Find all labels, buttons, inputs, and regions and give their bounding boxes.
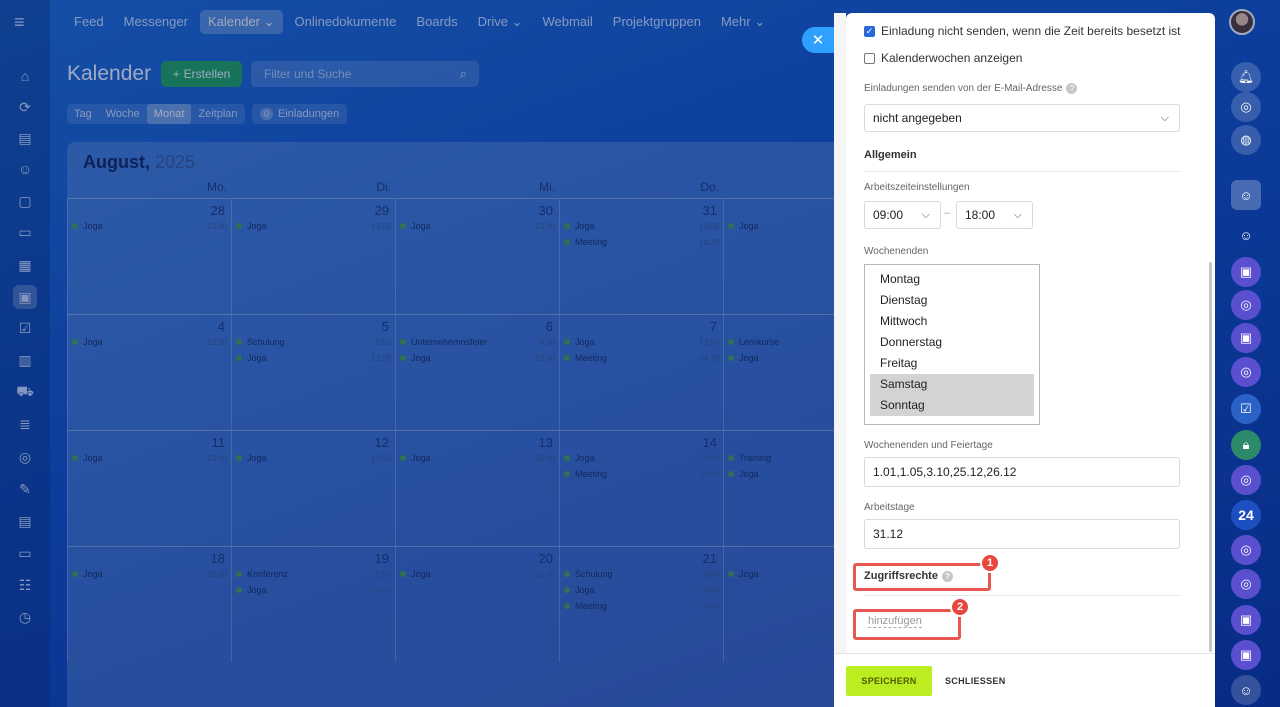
- document-icon-3[interactable]: ▣: [1231, 605, 1261, 635]
- invite-email-value: nicht angegeben: [873, 111, 962, 125]
- work-to-value: 18:00: [965, 208, 996, 222]
- weekday-option[interactable]: Montag: [870, 269, 1034, 290]
- work-from-value: 09:00: [873, 208, 904, 222]
- work-to-select[interactable]: 18:00 ⌵: [956, 201, 1033, 229]
- work-from-select[interactable]: 09:00 ⌵: [864, 201, 941, 229]
- divider: [864, 171, 1180, 172]
- holidays-label: Wochenenden und Feiertage: [864, 440, 993, 451]
- section-general: Allgemein: [864, 149, 917, 161]
- invite-email-select[interactable]: nicht angegeben ⌵: [864, 104, 1180, 132]
- checkbox-checked-icon[interactable]: ✓: [864, 25, 875, 37]
- settings-panel: ✓ Einladung nicht senden, wenn die Zeit b…: [846, 13, 1215, 653]
- check-icon[interactable]: ☑: [1231, 394, 1261, 424]
- copilot-icon-4[interactable]: ◎: [1231, 465, 1261, 495]
- add-access-link[interactable]: hinzufügen: [868, 615, 922, 628]
- user-avatar-rail-3[interactable]: ☺: [1231, 675, 1261, 705]
- scrollbar[interactable]: [1209, 262, 1212, 652]
- copilot-icon[interactable]: ◎: [1231, 92, 1261, 122]
- option-no-invite-label: Einladung nicht senden, wenn die Zeit be…: [881, 24, 1181, 38]
- right-rail: 🔔︎ ◎ ◍ ☺ ☺ ▣ ◎ ▣ ◎ ☑ 🔒︎ ◎ 24 ◎ ◎ ▣ ▣ ☺: [1216, 50, 1280, 707]
- search-chat-icon[interactable]: ◍: [1231, 125, 1261, 155]
- close-icon[interactable]: ✕: [802, 27, 834, 53]
- document-icon-2[interactable]: ▣: [1231, 323, 1261, 353]
- invite-email-label: Einladungen senden von der E-Mail-Adress…: [864, 83, 1078, 95]
- workdays-input[interactable]: 31.12: [864, 519, 1180, 549]
- copilot-icon-3[interactable]: ◎: [1231, 357, 1261, 387]
- step-badge-1: 1: [980, 553, 1000, 573]
- invite-email-text: Einladungen senden von der E-Mail-Adress…: [864, 83, 1063, 95]
- copilot-icon-5[interactable]: ◎: [1231, 535, 1261, 565]
- copilot-icon-6[interactable]: ◎: [1231, 569, 1261, 599]
- bell-icon[interactable]: 🔔︎: [1231, 62, 1261, 92]
- bitrix24-icon[interactable]: 24: [1231, 500, 1261, 530]
- panel-edge: [834, 13, 846, 653]
- help-icon[interactable]: ?: [1066, 83, 1078, 94]
- panel-footer: SPEICHERN SCHLIESSEN: [834, 653, 1215, 707]
- weekday-option[interactable]: Freitag: [870, 353, 1034, 374]
- holidays-input[interactable]: 1.01,1.05,3.10,25.12,26.12: [864, 457, 1180, 487]
- option-calendar-weeks[interactable]: Kalenderwochen anzeigen: [864, 51, 1022, 65]
- document-icon-4[interactable]: ▣: [1231, 640, 1261, 670]
- weekday-option[interactable]: Donnerstag: [870, 332, 1034, 353]
- save-button[interactable]: SPEICHERN: [846, 666, 932, 696]
- weekends-listbox[interactable]: Montag Dienstag Mittwoch Donnerstag Freitag S…: [864, 264, 1040, 425]
- close-button[interactable]: SCHLIESSEN: [945, 666, 1006, 696]
- time-separator: –: [944, 207, 951, 219]
- lock-icon[interactable]: 🔒︎: [1231, 430, 1261, 460]
- copilot-icon-2[interactable]: ◎: [1231, 290, 1261, 320]
- step-badge-2: 2: [950, 597, 970, 617]
- option-no-invite[interactable]: ✓ Einladung nicht senden, wenn die Zeit b…: [864, 24, 1181, 38]
- chevron-down-icon: ⌵: [1013, 209, 1022, 221]
- highlight-box-1: [853, 563, 991, 591]
- option-weeks-label: Kalenderwochen anzeigen: [881, 51, 1023, 65]
- weekday-option[interactable]: Sonntag: [870, 395, 1034, 416]
- workdays-label: Arbeitstage: [864, 502, 915, 513]
- worktime-label: Arbeitszeiteinstellungen: [864, 182, 970, 193]
- divider: [864, 595, 1180, 596]
- weekday-option[interactable]: Mittwoch: [870, 311, 1034, 332]
- chevron-down-icon: ⌵: [1160, 112, 1169, 124]
- chevron-down-icon: ⌵: [921, 209, 930, 221]
- weekday-option[interactable]: Samstag: [870, 374, 1034, 395]
- weekends-label: Wochenenden: [864, 246, 929, 257]
- user-avatar-rail-2[interactable]: ☺: [1231, 220, 1261, 250]
- checkbox-icon[interactable]: [864, 52, 875, 64]
- document-icon[interactable]: ▣: [1231, 257, 1261, 287]
- user-avatar-rail[interactable]: ☺: [1231, 180, 1261, 210]
- weekday-option[interactable]: Dienstag: [870, 290, 1034, 311]
